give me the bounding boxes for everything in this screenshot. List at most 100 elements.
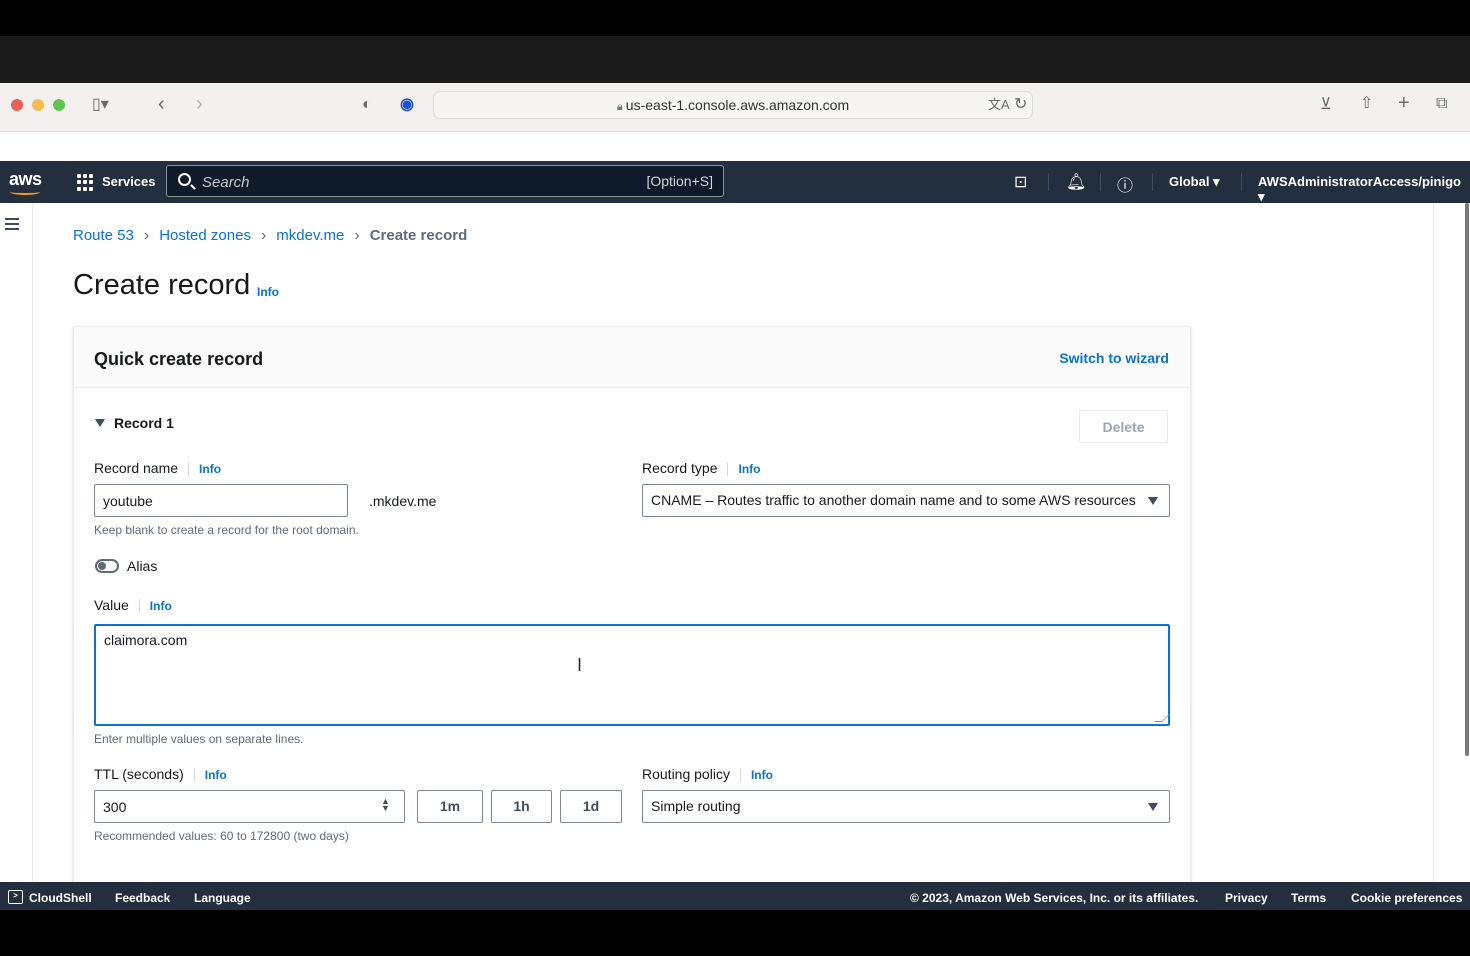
bell-icon[interactable]: 🔔︎ [1066,172,1086,192]
caret-down-icon [1148,803,1158,811]
ttl-1h-button[interactable]: 1h [491,790,552,823]
routing-policy-label-text: Routing policy [642,766,730,782]
cloudshell-icon[interactable]: ⊡ [1014,172,1027,192]
window-zoom-button[interactable] [53,99,65,111]
record-name-info-link[interactable]: Info [188,462,222,476]
breadcrumb-hosted-zones[interactable]: Hosted zones [159,227,251,244]
forward-icon[interactable]: › [196,94,203,114]
browser-content-gap [0,132,1470,161]
footer-terms[interactable]: Terms [1291,891,1326,905]
nav-separator [1152,173,1153,191]
shield-icon[interactable]: ◐ [362,95,372,115]
screen-top-bar [0,0,1470,36]
alias-label: Alias [127,558,158,574]
address-bar[interactable]: 🔒︎ us-east-1.console.aws.amazon.com [433,91,1033,119]
new-tab-icon[interactable]: + [1398,93,1410,113]
services-menu[interactable]: Services [102,174,156,189]
record-name-label: Record name Info [94,460,222,476]
value-label-text: Value [94,597,129,613]
page-scrollbar[interactable] [1433,203,1470,882]
main-content: Route 53 › Hosted zones › mkdev.me › Create re… [0,203,1470,886]
nav-separator [1048,173,1049,191]
breadcrumb-zone[interactable]: mkdev.me [276,227,344,244]
lock-icon: 🔒︎ [616,101,626,113]
record-type-value: CNAME – Routes traffic to another domain… [651,492,1136,508]
footer-cookie-preferences[interactable]: Cookie preferences [1351,891,1462,905]
footer-feedback[interactable]: Feedback [115,891,170,905]
routing-policy-label: Routing policy Info [642,766,773,782]
record-name-input[interactable] [94,484,348,517]
record-type-info-link[interactable]: Info [727,462,761,476]
screen-bottom-bar [0,910,1470,956]
switch-to-wizard-link[interactable]: Switch to wizard [1059,350,1169,366]
routing-policy-select[interactable]: Simple routing [642,790,1170,823]
domain-suffix: .mkdev.me [369,493,437,509]
reload-icon[interactable]: ↻ [1014,95,1027,115]
card-header: Quick create record Switch to wizard [74,327,1190,388]
footer-copyright: © 2023, Amazon Web Services, Inc. or its… [910,891,1199,905]
value-textarea[interactable]: claimora.com [94,624,1170,726]
text-cursor-icon: I [577,655,583,675]
caret-down-icon [1148,497,1158,505]
search-shortcut: [Option+S] [646,173,713,189]
aws-top-nav: aws Services [Option+S] ⊡ 🔔︎ ⓘ Global ▾ … [0,161,1470,205]
caret-down-icon[interactable] [95,419,105,427]
help-icon[interactable]: ⓘ [1117,172,1133,196]
page-title-info-link[interactable]: Info [257,285,279,299]
ttl-stepper-icon[interactable]: ▲ ▼ [381,797,390,813]
window-close-button[interactable] [11,99,23,111]
hamburger-menu-icon[interactable] [5,218,19,233]
quick-create-card: Quick create record Switch to wizard Rec… [73,326,1191,886]
record-type-label: Record type Info [642,460,761,476]
record-name-hint: Keep blank to create a record for the ro… [94,523,359,537]
search-input[interactable] [202,172,622,192]
record-name-label-text: Record name [94,460,179,476]
ttl-label-text: TTL (seconds) [94,766,184,782]
ttl-1m-button[interactable]: 1m [417,790,483,823]
search-box[interactable]: [Option+S] [166,165,724,197]
extension-icon[interactable]: ◉ [400,95,414,115]
back-icon[interactable]: ‹ [158,94,165,114]
scrollbar-thumb[interactable] [1465,203,1469,756]
ttl-info-link[interactable]: Info [193,768,227,782]
breadcrumb-route53[interactable]: Route 53 [73,227,134,244]
services-grid-icon[interactable] [77,174,94,191]
window-minimize-button[interactable] [32,99,44,111]
alias-toggle[interactable] [95,559,119,573]
footer-privacy[interactable]: Privacy [1225,891,1268,905]
record-type-label-text: Record type [642,460,718,476]
ttl-1d-button[interactable]: 1d [560,790,622,823]
value-hint: Enter multiple values on separate lines. [94,732,304,746]
console-footer: > CloudShell Feedback Language © 2023, A… [0,882,1470,910]
search-icon [178,173,191,186]
record-section-title[interactable]: Record 1 [114,415,174,431]
share-icon[interactable]: ⇧ [1360,94,1373,114]
delete-button[interactable]: Delete [1079,410,1168,443]
nav-separator [1241,173,1242,191]
chevron-right-icon: › [260,227,267,244]
breadcrumb-current: Create record [369,227,468,244]
footer-language[interactable]: Language [194,891,251,905]
routing-policy-info-link[interactable]: Info [739,768,773,782]
ttl-label: TTL (seconds) Info [94,766,227,782]
account-menu[interactable]: AWSAdministratorAccess/pinigo ▾ [1258,174,1470,205]
value-info-link[interactable]: Info [138,599,172,613]
tab-overview-icon[interactable]: ⧉ [1436,94,1447,114]
page-title: Create record [73,269,251,301]
record-type-select[interactable]: CNAME – Routes traffic to another domain… [642,484,1170,517]
region-selector[interactable]: Global ▾ [1169,174,1220,190]
ttl-input[interactable] [94,790,405,823]
chevron-right-icon: › [143,227,150,244]
aws-logo[interactable]: aws [9,169,42,190]
chevron-right-icon: › [354,227,360,244]
url-text: us-east-1.console.aws.amazon.com [625,97,850,113]
routing-policy-value: Simple routing [651,798,741,814]
download-icon[interactable]: ⊻ [1320,95,1332,115]
translate-icon[interactable]: 文A [988,95,1010,115]
ttl-hint: Recommended values: 60 to 172800 (two da… [94,829,349,843]
sidebar-toggle-icon[interactable]: ▯▾ [92,95,109,115]
card-title: Quick create record [94,349,264,369]
cloudshell-icon[interactable]: > [8,890,23,904]
aws-logo-smile [10,189,40,195]
footer-cloudshell[interactable]: CloudShell [29,891,92,905]
